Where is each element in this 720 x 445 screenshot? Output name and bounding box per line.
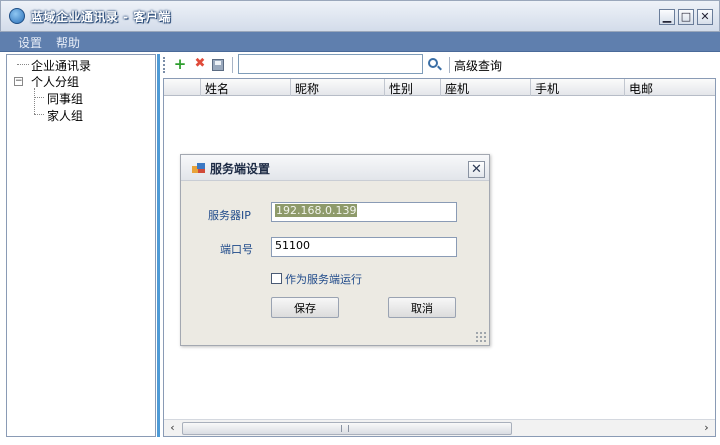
tree-node-root[interactable]: 企业通讯录 [31, 57, 91, 74]
tree-connector [34, 88, 35, 114]
tree-connector [34, 97, 44, 98]
column-header-email[interactable]: 电邮 [629, 80, 653, 97]
delete-icon[interactable]: ✖ [192, 56, 208, 72]
toolbar-separator [232, 57, 233, 73]
dialog-titlebar[interactable]: 服务端设置 ✕ [181, 155, 489, 181]
server-settings-dialog: 服务端设置 ✕ 服务器IP 192.168.0.139 端口号 51100 作为… [180, 154, 490, 346]
column-separator [440, 79, 441, 96]
column-header-name[interactable]: 姓名 [205, 80, 229, 97]
cancel-button[interactable]: 取消 [388, 297, 456, 318]
column-separator [290, 79, 291, 96]
panel-splitter[interactable] [157, 54, 160, 437]
scroll-left-button[interactable]: ‹ [165, 421, 180, 436]
menu-help[interactable]: 帮助 [56, 34, 80, 51]
tree-node-personal-group[interactable]: 个人分组 [31, 73, 79, 90]
save-icon[interactable] [212, 59, 224, 71]
window-titlebar: 蓝域企业通讯录 - 客户端 ▁ □ ✕ [0, 0, 720, 32]
menu-settings[interactable]: 设置 [18, 34, 42, 51]
advanced-search-button[interactable]: 高级查询 [454, 57, 502, 74]
run-as-server-label[interactable]: 作为服务端运行 [285, 271, 362, 287]
horizontal-scrollbar[interactable]: ‹ › [164, 419, 715, 436]
menubar: 设置 帮助 [0, 32, 720, 52]
tree-node-family[interactable]: 家人组 [47, 107, 83, 124]
window-title: 蓝域企业通讯录 - 客户端 [31, 10, 171, 24]
column-header-nickname[interactable]: 昵称 [295, 80, 319, 97]
scroll-thumb[interactable] [182, 422, 512, 435]
app-icon [9, 8, 25, 24]
add-icon[interactable]: + [172, 56, 188, 72]
tree-node-colleagues[interactable]: 同事组 [47, 90, 83, 107]
close-icon[interactable]: ✕ [468, 161, 485, 178]
server-ip-field[interactable]: 192.168.0.139 [271, 202, 457, 222]
dialog-title: 服务端设置 [210, 162, 271, 176]
search-input[interactable] [238, 54, 423, 74]
scroll-right-button[interactable]: › [699, 421, 714, 436]
grid-header: 姓名 昵称 性别 座机 手机 电邮 [164, 79, 715, 96]
run-as-server-checkbox[interactable] [271, 273, 282, 284]
resize-grip[interactable] [475, 331, 487, 343]
server-ip-value: 192.168.0.139 [275, 204, 358, 217]
tree-connector [17, 64, 29, 65]
column-separator [530, 79, 531, 96]
group-tree: 企业通讯录 − 个人分组 同事组 家人组 [6, 54, 156, 437]
column-header-landline[interactable]: 座机 [445, 80, 469, 97]
port-value: 51100 [275, 239, 310, 252]
maximize-button[interactable]: □ [678, 9, 694, 25]
port-field[interactable]: 51100 [271, 237, 457, 257]
search-icon[interactable] [428, 58, 438, 68]
column-separator [200, 79, 201, 96]
tree-connector [34, 114, 44, 115]
port-label: 端口号 [220, 243, 253, 256]
toolbar-grip[interactable] [163, 57, 165, 73]
column-separator [384, 79, 385, 96]
settings-dialog-icon [192, 163, 205, 173]
column-header-mobile[interactable]: 手机 [535, 80, 559, 97]
column-header-gender[interactable]: 性别 [389, 80, 413, 97]
close-window-button[interactable]: ✕ [697, 9, 713, 25]
minimize-button[interactable]: ▁ [659, 9, 675, 25]
tree-expander-icon[interactable]: − [14, 77, 23, 86]
server-ip-label: 服务器IP [208, 209, 251, 222]
scroll-thumb-grip [341, 425, 349, 432]
toolbar-separator [449, 57, 450, 73]
column-separator [624, 79, 625, 96]
save-button[interactable]: 保存 [271, 297, 339, 318]
